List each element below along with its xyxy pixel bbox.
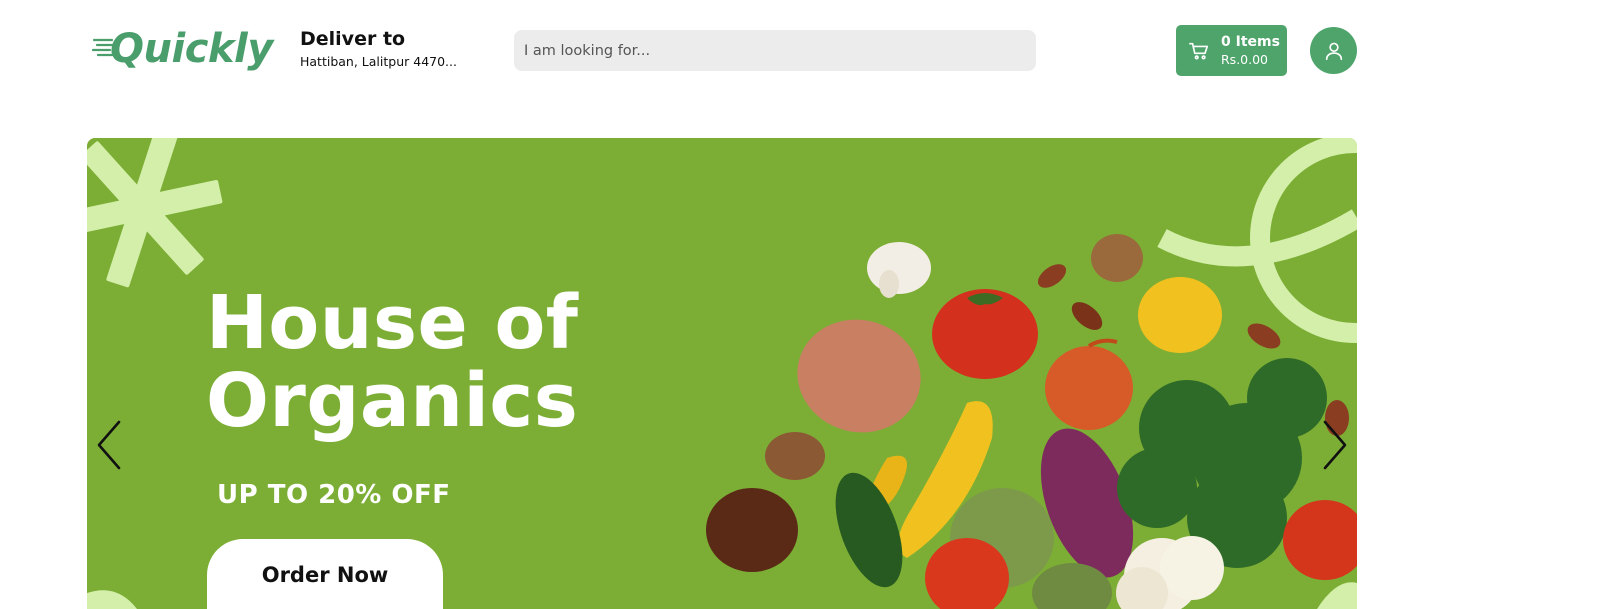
pecan-image (1037, 264, 1067, 288)
cart-icon (1189, 42, 1209, 60)
deliver-title: Deliver to (300, 28, 406, 50)
tomato-image (932, 289, 1038, 379)
banner-title: House of Organics (206, 280, 579, 444)
delivery-location[interactable]: Deliver to Hattiban, Lalitpur 4470... (300, 27, 470, 71)
bottom-right-curve-decoration (1317, 582, 1357, 609)
pecan-image (1071, 302, 1103, 330)
asterisk-decoration (87, 138, 223, 288)
order-now-button[interactable]: Order Now (207, 539, 443, 609)
carousel-next-button[interactable] (1317, 418, 1351, 472)
user-icon (1325, 42, 1342, 60)
cauliflower-image (1116, 536, 1224, 609)
deliver-address: Hattiban, Lalitpur 4470... (300, 54, 457, 69)
cart-total: Rs.0.00 (1221, 52, 1269, 67)
vegetables-illustration (706, 234, 1357, 609)
chevron-left-icon (97, 420, 121, 470)
banner-discount-text: UP TO 20% OFF (217, 480, 451, 510)
chevron-right-icon (1323, 420, 1347, 470)
hero-banner: House of Organics UP TO 20% OFF Order No… (87, 138, 1357, 609)
logo-text: Quickly (110, 26, 273, 72)
cart-button[interactable]: 0 Items Rs.0.00 (1176, 25, 1287, 76)
search-bar (514, 30, 1036, 71)
tomato-image (1283, 500, 1357, 580)
cart-item-count: 0 Items (1221, 34, 1280, 50)
pecan-image (1247, 323, 1281, 349)
hazelnut-image (765, 432, 825, 480)
mushroom-image (867, 242, 931, 298)
user-profile-button[interactable] (1310, 27, 1357, 74)
walnut-image (1091, 234, 1143, 282)
potato-image (797, 319, 921, 433)
carousel-prev-button[interactable] (93, 418, 127, 472)
onion-image (1045, 338, 1133, 430)
search-input[interactable] (524, 42, 1026, 59)
lemon-image (1138, 277, 1222, 353)
bottom-curve-decoration (87, 590, 137, 609)
logo[interactable]: Quickly (92, 24, 273, 76)
dark-tomato-image (706, 488, 798, 572)
